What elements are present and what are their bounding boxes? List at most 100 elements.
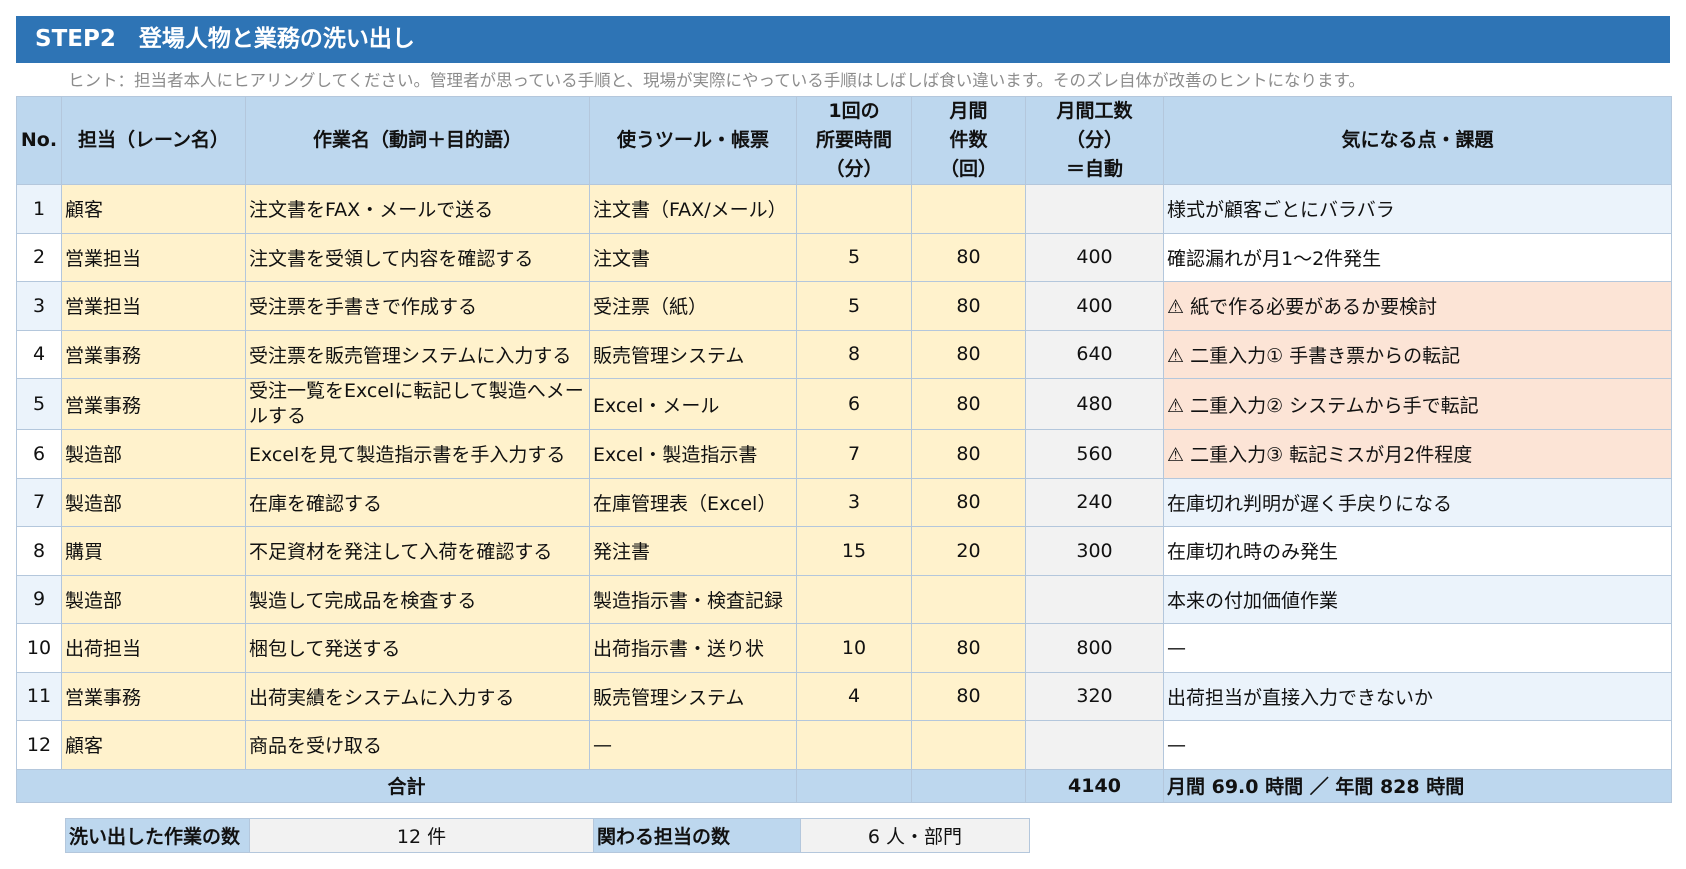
cell-issue[interactable]: 在庫切れ時のみ発生 — [1163, 526, 1672, 576]
cell-manhours — [1025, 720, 1164, 770]
col-header-manhours-line: 月間工数 — [1056, 100, 1133, 122]
cell-lane[interactable]: 営業事務 — [61, 671, 246, 721]
cell-tool[interactable]: 在庫管理表（Excel） — [589, 477, 797, 527]
table-row: 2 営業担当 注文書を受領して内容を確認する 注文書 5 80 400 確認漏れ… — [16, 232, 1672, 282]
people-count-value: 6 人・部門 — [800, 818, 1030, 853]
cell-tool[interactable]: 出荷指示書・送り状 — [589, 623, 797, 673]
cell-no: 4 — [16, 329, 62, 379]
cell-tool[interactable]: 製造指示書・検査記録 — [589, 574, 797, 624]
cell-task[interactable]: 受注票を販売管理システムに入力する — [245, 329, 590, 379]
cell-tool[interactable]: Excel・メール — [589, 378, 797, 430]
cell-manhours: 560 — [1025, 429, 1164, 479]
table-row: 1 顧客 注文書をFAX・メールで送る 注文書（FAX/メール） 様式が顧客ごと… — [16, 184, 1672, 234]
cell-task[interactable]: 注文書を受領して内容を確認する — [245, 232, 590, 282]
cell-tool[interactable]: Excel・製造指示書 — [589, 429, 797, 479]
cell-count[interactable] — [911, 184, 1026, 234]
cell-time[interactable] — [796, 184, 912, 234]
cell-lane[interactable]: 製造部 — [61, 429, 246, 479]
col-header-time-line: 所要時間 — [815, 129, 892, 151]
cell-tool[interactable]: 販売管理システム — [589, 329, 797, 379]
cell-issue[interactable]: 在庫切れ判明が遅く手戻りになる — [1163, 477, 1672, 527]
cell-count[interactable]: 80 — [911, 429, 1026, 479]
cell-issue[interactable]: 確認漏れが月1〜2件発生 — [1163, 232, 1672, 282]
task-count-label: 洗い出した作業の数 — [65, 818, 250, 853]
cell-lane[interactable]: 顧客 — [61, 184, 246, 234]
cell-count[interactable] — [911, 720, 1026, 770]
cell-count[interactable]: 20 — [911, 526, 1026, 576]
table-row: 4 営業事務 受注票を販売管理システムに入力する 販売管理システム 8 80 6… — [16, 329, 1672, 379]
cell-count[interactable]: 80 — [911, 671, 1026, 721]
cell-count[interactable] — [911, 574, 1026, 624]
cell-task[interactable]: 梱包して発送する — [245, 623, 590, 673]
cell-lane[interactable]: 製造部 — [61, 574, 246, 624]
cell-issue[interactable]: 様式が顧客ごとにバラバラ — [1163, 184, 1672, 234]
cell-lane[interactable]: 営業担当 — [61, 281, 246, 331]
cell-lane[interactable]: 営業担当 — [61, 232, 246, 282]
cell-issue[interactable]: 本来の付加価値作業 — [1163, 574, 1672, 624]
cell-lane[interactable]: 営業事務 — [61, 329, 246, 379]
cell-issue[interactable]: 出荷担当が直接入力できないか — [1163, 671, 1672, 721]
cell-task[interactable]: 在庫を確認する — [245, 477, 590, 527]
cell-task[interactable]: 不足資材を発注して入荷を確認する — [245, 526, 590, 576]
cell-lane[interactable]: 営業事務 — [61, 378, 246, 430]
cell-tool[interactable]: 注文書 — [589, 232, 797, 282]
cell-task[interactable]: 受注一覧をExcelに転記して製造へメールする — [245, 378, 590, 430]
cell-lane[interactable]: 製造部 — [61, 477, 246, 527]
cell-count[interactable]: 80 — [911, 378, 1026, 430]
cell-time[interactable] — [796, 720, 912, 770]
cell-task[interactable]: Excelを見て製造指示書を手入力する — [245, 429, 590, 479]
cell-time[interactable]: 8 — [796, 329, 912, 379]
cell-time[interactable]: 6 — [796, 378, 912, 430]
col-header-lane: 担当（レーン名） — [61, 96, 246, 185]
cell-time[interactable]: 3 — [796, 477, 912, 527]
cell-manhours: 480 — [1025, 378, 1164, 430]
cell-time[interactable]: 5 — [796, 281, 912, 331]
cell-issue[interactable]: ⚠ 二重入力② システムから手で転記 — [1163, 378, 1672, 430]
cell-time[interactable]: 4 — [796, 671, 912, 721]
total-row: 合計 4140 月間 69.0 時間 ／ 年間 828 時間 — [16, 768, 1672, 803]
cell-time[interactable] — [796, 574, 912, 624]
cell-task[interactable]: 製造して完成品を検査する — [245, 574, 590, 624]
cell-manhours: 320 — [1025, 671, 1164, 721]
summary-table: 洗い出した作業の数 12 件 関わる担当の数 6 人・部門 — [65, 818, 1030, 853]
cell-manhours: 400 — [1025, 281, 1164, 331]
task-count-value: 12 件 — [249, 818, 594, 853]
cell-tool[interactable]: 注文書（FAX/メール） — [589, 184, 797, 234]
cell-issue[interactable]: ⚠ 二重入力① 手書き票からの転記 — [1163, 329, 1672, 379]
cell-tool[interactable]: 受注票（紙） — [589, 281, 797, 331]
cell-lane[interactable]: 出荷担当 — [61, 623, 246, 673]
col-header-time-line: 1回の — [828, 100, 880, 122]
cell-issue[interactable]: — — [1163, 623, 1672, 673]
col-header-issue: 気になる点・課題 — [1163, 96, 1672, 185]
cell-time[interactable]: 7 — [796, 429, 912, 479]
cell-time[interactable]: 15 — [796, 526, 912, 576]
cell-lane[interactable]: 顧客 — [61, 720, 246, 770]
cell-tool[interactable]: 販売管理システム — [589, 671, 797, 721]
page-title: STEP2 登場人物と業務の洗い出し — [16, 16, 1670, 63]
cell-no: 11 — [16, 671, 62, 721]
cell-time[interactable]: 10 — [796, 623, 912, 673]
cell-count[interactable]: 80 — [911, 623, 1026, 673]
total-count-empty — [911, 768, 1026, 803]
table-row: 11 営業事務 出荷実績をシステムに入力する 販売管理システム 4 80 320… — [16, 671, 1672, 721]
cell-lane[interactable]: 購買 — [61, 526, 246, 576]
cell-issue[interactable]: — — [1163, 720, 1672, 770]
total-hours-note: 月間 69.0 時間 ／ 年間 828 時間 — [1163, 768, 1672, 803]
cell-tool[interactable]: 発注書 — [589, 526, 797, 576]
cell-count[interactable]: 80 — [911, 232, 1026, 282]
cell-task[interactable]: 受注票を手書きで作成する — [245, 281, 590, 331]
cell-issue[interactable]: ⚠ 二重入力③ 転記ミスが月2件程度 — [1163, 429, 1672, 479]
total-time-empty — [796, 768, 912, 803]
cell-count[interactable]: 80 — [911, 329, 1026, 379]
cell-issue[interactable]: ⚠ 紙で作る必要があるか要検討 — [1163, 281, 1672, 331]
cell-task[interactable]: 出荷実績をシステムに入力する — [245, 671, 590, 721]
cell-manhours: 640 — [1025, 329, 1164, 379]
cell-task[interactable]: 商品を受け取る — [245, 720, 590, 770]
cell-no: 12 — [16, 720, 62, 770]
cell-tool[interactable]: — — [589, 720, 797, 770]
cell-time[interactable]: 5 — [796, 232, 912, 282]
cell-count[interactable]: 80 — [911, 281, 1026, 331]
cell-count[interactable]: 80 — [911, 477, 1026, 527]
table-row: 12 顧客 商品を受け取る — — — [16, 720, 1672, 770]
cell-task[interactable]: 注文書をFAX・メールで送る — [245, 184, 590, 234]
